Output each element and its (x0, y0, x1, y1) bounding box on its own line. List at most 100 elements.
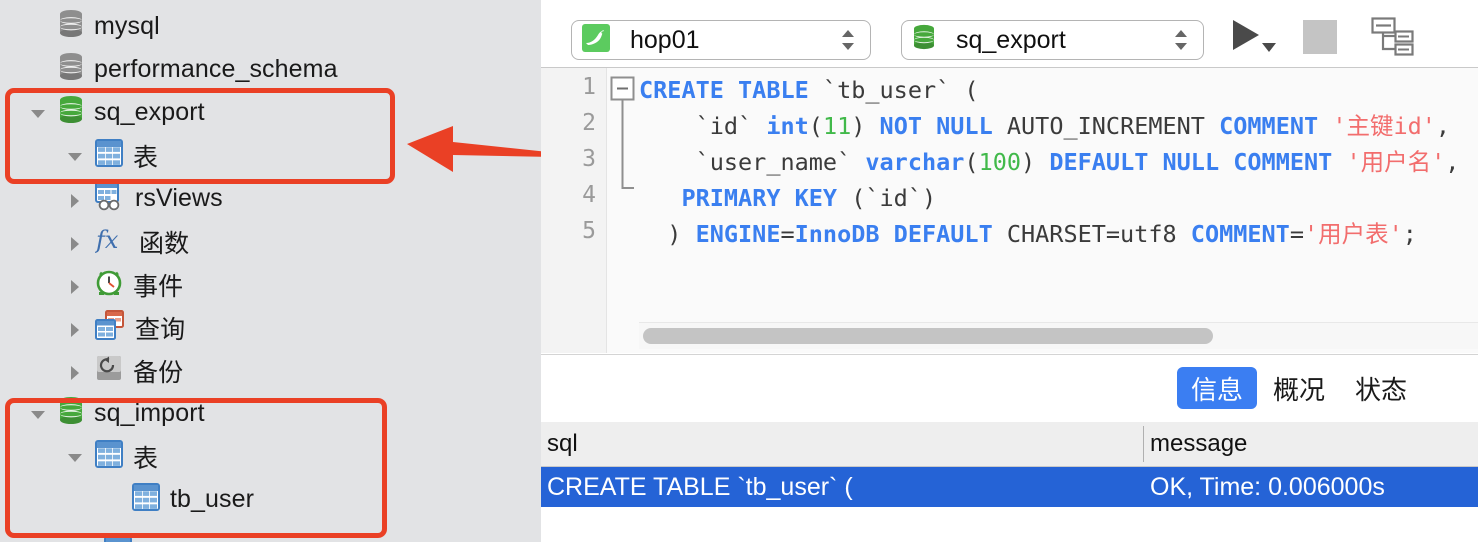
explain-plan-icon (1371, 17, 1414, 56)
code-line[interactable]: ) ENGINE=InnoDB DEFAULT CHARSET=utf8 COM… (639, 216, 1478, 252)
scrollbar-thumb[interactable] (643, 328, 1213, 344)
code-line[interactable]: `id` int(11) NOT NULL AUTO_INCREMENT COM… (639, 108, 1478, 144)
query-editor-pane: hop01 sq_export 1 2 3 4 5 CREATE TABLE `… (541, 0, 1478, 542)
chevron-down-icon[interactable] (30, 105, 46, 121)
cell-message[interactable]: OK, Time: 0.006000s (1144, 467, 1478, 507)
database-tree-sidebar[interactable]: mysql performance_schema sq_export 表 rsViews… (0, 0, 541, 542)
chevron-updown-icon[interactable] (838, 23, 860, 57)
table-row[interactable]: CREATE TABLE `tb_user` (OK, Time: 0.0060… (541, 467, 1478, 507)
database-green-icon (60, 96, 82, 123)
tree-item-sq_export[interactable]: sq_export (0, 91, 541, 134)
event-clock-icon (96, 270, 122, 296)
code-token: ; (1402, 220, 1417, 248)
tree-item-函数[interactable]: fx 函数 (0, 220, 541, 263)
code-token: ) (851, 112, 880, 140)
stop-query-button[interactable] (1303, 20, 1337, 54)
table-icon (132, 483, 160, 511)
backup-icon (95, 354, 123, 387)
chevron-right-icon[interactable] (67, 320, 83, 337)
connection-select[interactable]: hop01 (571, 20, 871, 60)
tree-item-表[interactable]: 表 (0, 134, 541, 177)
line-number: 2 (582, 110, 596, 136)
tree-item-label: 表 (133, 143, 159, 172)
chevron-down-icon[interactable] (30, 406, 46, 422)
editor-horizontal-scrollbar[interactable] (639, 322, 1478, 349)
tree-item-mysql[interactable]: mysql (0, 5, 541, 48)
tree-item-sq_import[interactable]: sq_import (0, 392, 541, 435)
run-query-icon (1233, 20, 1276, 52)
run-query-button[interactable] (1231, 18, 1281, 56)
database-green-icon (58, 95, 84, 130)
code-token: `id` (639, 112, 767, 140)
connection-value: hop01 (630, 25, 700, 54)
tree-item-label: 函数 (139, 229, 190, 258)
collapse-fold-icon[interactable] (607, 68, 639, 248)
mysql-dolphin-icon (582, 23, 610, 57)
results-header-row: sql message (541, 422, 1478, 467)
line-number: 3 (582, 146, 596, 172)
chevron-down-icon[interactable] (67, 148, 83, 164)
tab-状态[interactable]: 状态 (1341, 367, 1421, 409)
explain-plan-button[interactable] (1371, 16, 1415, 58)
chevron-updown-icon[interactable] (1171, 23, 1193, 57)
chevron-right-icon[interactable] (67, 234, 83, 251)
code-line[interactable]: PRIMARY KEY (`id`) (639, 180, 1478, 216)
database-gray-icon (60, 53, 82, 80)
code-token: ) (1021, 148, 1050, 176)
code-token: ( (808, 112, 823, 140)
tree-item-label: sq_import (94, 399, 205, 427)
tree-item-label: sq_export (94, 98, 205, 126)
code-token: (`id`) (837, 184, 937, 212)
code-token: '主键id' (1332, 112, 1436, 140)
code-line[interactable]: `user_name` varchar(100) DEFAULT NULL CO… (639, 144, 1478, 180)
tab-概况[interactable]: 概况 (1259, 367, 1339, 409)
sql-code-content[interactable]: CREATE TABLE `tb_user` ( `id` int(11) NO… (639, 68, 1478, 353)
database-gray-icon (58, 52, 84, 87)
sql-editor[interactable]: 12345 CREATE TABLE `tb_user` ( `id` int(… (541, 68, 1478, 353)
column-header-sql[interactable]: sql (541, 422, 1143, 466)
tab-信息[interactable]: 信息 (1177, 367, 1258, 409)
tree-item-rsViews[interactable]: rsViews (0, 177, 541, 220)
code-fold-column[interactable] (607, 68, 639, 353)
tree-item-表[interactable]: 表 (0, 435, 541, 478)
query-icon (95, 310, 125, 345)
table-icon (104, 536, 132, 542)
line-number: 1 (582, 74, 596, 100)
code-token: CREATE TABLE (639, 76, 809, 104)
cell-sql[interactable]: CREATE TABLE `tb_user` ( (541, 467, 1143, 507)
code-token: `tb_user` ( (808, 76, 979, 104)
chevron-down-icon[interactable] (67, 449, 83, 465)
chevron-right-icon[interactable] (67, 191, 83, 208)
chevron-right-icon[interactable] (67, 363, 83, 380)
tree-item-label: performance_schema (94, 55, 338, 83)
view-icon (95, 181, 125, 216)
tree-item-performance_schema[interactable]: performance_schema (0, 48, 541, 91)
table-icon (95, 139, 123, 167)
code-token: = (780, 220, 795, 248)
tree-item-查询[interactable]: 查询 (0, 306, 541, 349)
code-token: '用户名' (1346, 148, 1446, 176)
line-number: 5 (582, 218, 596, 244)
results-grid[interactable]: sql message CREATE TABLE `tb_user` (OK, T… (541, 422, 1478, 542)
code-token: ( (964, 148, 979, 176)
code-line[interactable]: CREATE TABLE `tb_user` ( (639, 72, 1478, 108)
line-number: 4 (582, 182, 596, 208)
sql-client-window: mysql performance_schema sq_export 表 rsViews… (0, 0, 1478, 542)
database-select[interactable]: sq_export (901, 20, 1204, 60)
code-token: ) (639, 220, 696, 248)
tree-item-备份[interactable]: 备份 (0, 349, 541, 392)
tree-item-事件[interactable]: 事件 (0, 263, 541, 306)
tree-item-partial[interactable] (104, 536, 132, 542)
code-token: 100 (978, 148, 1022, 176)
svg-text:fx: fx (95, 226, 119, 254)
column-header-message[interactable]: message (1144, 422, 1478, 466)
chevron-right-icon[interactable] (67, 277, 83, 294)
code-token: int (766, 112, 809, 140)
code-token: CHARSET=utf8 (992, 220, 1191, 248)
tree-item-tb_user[interactable]: tb_user (0, 478, 541, 521)
function-icon: fx (94, 226, 119, 254)
database-green-icon (58, 396, 84, 431)
